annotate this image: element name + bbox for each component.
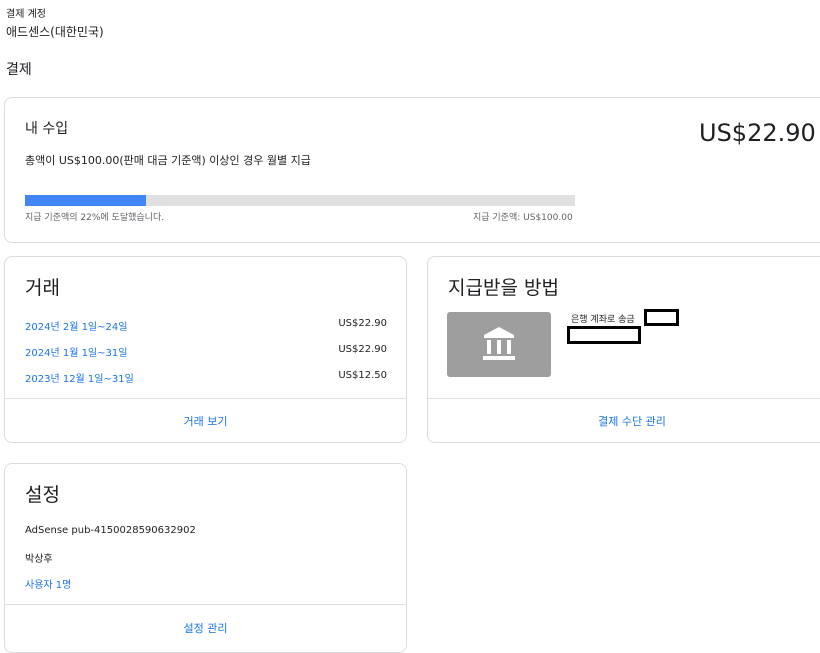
manage-settings-link[interactable]: 설정 관리 [5,620,406,636]
settings-card: 설정 AdSense pub-4150028590632902 박상후 사용자 … [4,463,407,653]
payment-method-label: 은행 계좌로 송금 [571,315,635,325]
progress-bar-fill [25,195,146,206]
manage-payment-methods-link[interactable]: 결제 수단 관리 [428,413,820,429]
transactions-title: 거래 [25,277,60,299]
transaction-row: 2023년 12월 1일~31일 US$12.50 [25,370,387,385]
progress-bar [25,195,575,206]
page-title: 결제 [6,62,32,78]
progress-text: 지급 기준액의 22%에 도달했습니다. [25,213,165,223]
settings-title: 설정 [25,484,60,506]
account-name: 애드센스(대한민국) [6,25,104,39]
transaction-amount: US$22.90 [338,344,387,355]
publisher-id: AdSense pub-4150028590632902 [25,525,196,536]
transaction-amount: US$22.90 [338,318,387,329]
divider [5,398,406,399]
transaction-period-link[interactable]: 2024년 1월 1일~31일 [25,348,127,359]
payment-method-card: 지급받을 방법 은행 계좌로 송금 결제 수단 관리 [427,256,820,443]
view-transactions-link[interactable]: 거래 보기 [5,413,406,429]
transaction-amount: US$12.50 [338,370,387,381]
users-link[interactable]: 사용자 1명 [25,576,71,591]
bank-icon [447,312,551,377]
transactions-card: 거래 2024년 2월 1일~24일 US$22.90 2024년 1월 1일~… [4,256,407,443]
earnings-card: 내 수입 US$22.90 총액이 US$100.00(판매 대금 기준액) 이… [4,97,820,243]
transaction-period-link[interactable]: 2024년 2월 1일~24일 [25,322,127,333]
account-holder-name: 박상후 [25,554,53,565]
transaction-row: 2024년 2월 1일~24일 US$22.90 [25,318,387,333]
transaction-row: 2024년 1월 1일~31일 US$22.90 [25,344,387,359]
threshold-text: 지급 기준액: US$100.00 [473,213,573,223]
transaction-period-link[interactable]: 2023년 12월 1일~31일 [25,374,134,385]
divider [428,398,820,399]
divider [5,604,406,605]
redacted-block [644,309,679,326]
redacted-block [567,326,641,344]
earnings-title: 내 수입 [25,121,69,137]
earnings-amount: US$22.90 [699,119,816,147]
earnings-description: 총액이 US$100.00(판매 대금 기준액) 이상인 경우 월별 지급 [25,154,311,167]
payment-method-title: 지급받을 방법 [448,277,559,299]
breadcrumb-label: 결제 계정 [6,9,46,20]
